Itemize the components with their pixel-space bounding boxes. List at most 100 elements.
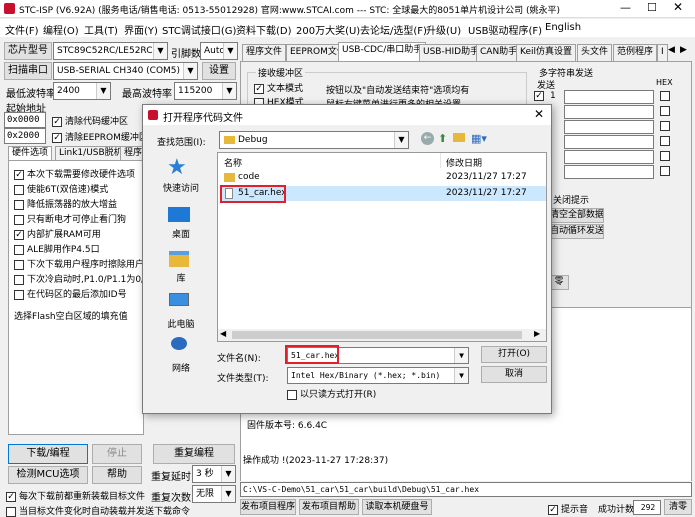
reprogram-button[interactable]: 重复编程 [153, 444, 235, 464]
stop-button[interactable]: 停止 [92, 444, 142, 464]
scroll-left-icon[interactable]: ◀ [220, 329, 226, 338]
menu-english[interactable]: English [545, 22, 581, 33]
col-name-header[interactable]: 名称 [224, 156, 242, 169]
filetype-select[interactable]: Intel Hex/Binary (*.hex; *.bin) ▼ [287, 367, 469, 384]
send-row-checkbox[interactable]: ✓ [534, 91, 544, 101]
menu-program[interactable]: 编程(O) [43, 22, 79, 37]
repeat-delay-select[interactable]: 3 秒 ▼ [192, 465, 236, 483]
option-row[interactable]: ✓ 内部扩展RAM可用 [14, 227, 101, 240]
menu-download[interactable]: 资料下载(D) [236, 22, 292, 37]
lookin-select[interactable]: Debug ▼ [219, 131, 409, 149]
menu-prize[interactable]: 200万大奖(U) [296, 22, 360, 37]
back-icon[interactable]: ← [421, 132, 434, 145]
place-this-pc[interactable]: 此电脑 [151, 317, 211, 330]
scroll-right-icon[interactable]: ▶ [534, 329, 540, 338]
place-library[interactable]: 库 [151, 271, 211, 284]
up-folder-icon[interactable]: ⬆ [438, 132, 447, 145]
tab-can[interactable]: CAN助手 [476, 44, 522, 61]
settings-button[interactable]: 设置 [202, 62, 236, 80]
scroll-thumb[interactable] [232, 331, 522, 339]
place-desktop[interactable]: 桌面 [151, 227, 211, 240]
place-network[interactable]: 网络 [151, 361, 211, 374]
send-row-input[interactable] [564, 120, 654, 134]
pin-select[interactable]: Auto ▼ [200, 42, 238, 60]
option-row[interactable]: 降低振荡器的放大增益 [14, 197, 117, 210]
publish-help-button[interactable]: 发布项目帮助 [299, 499, 359, 515]
checkbox[interactable]: ✓ [14, 229, 24, 240]
port-select[interactable]: USB-SERIAL CH340 (COM5) ▼ [53, 62, 198, 80]
readonly-checkbox[interactable] [287, 389, 297, 400]
min-baud-select[interactable]: 2400 ▼ [53, 82, 111, 100]
help-button[interactable]: 帮助 [92, 466, 142, 484]
zero-button[interactable]: 零 [549, 275, 569, 290]
close-button[interactable]: ✕ [673, 0, 683, 14]
minimize-button[interactable]: — [620, 1, 631, 14]
this-pc-icon[interactable] [169, 293, 189, 306]
tab-program-file[interactable]: 程序文件 [242, 44, 287, 61]
checkbox[interactable] [14, 289, 24, 300]
tab-more[interactable]: I [657, 44, 668, 61]
tab-examples[interactable]: 范例程序 [613, 44, 658, 61]
library-icon[interactable] [169, 251, 189, 267]
tab-hardware-options[interactable]: 硬件选项 [8, 146, 53, 161]
download-button[interactable]: 下载/编程 [8, 444, 88, 464]
menu-usb-driver[interactable]: USB驱动程序(F) [468, 22, 542, 37]
place-quick-access[interactable]: 快速访问 [151, 181, 211, 194]
option-row[interactable]: ALE脚用作P4.5口 [14, 242, 100, 255]
menu-file[interactable]: 文件(F) [5, 22, 39, 37]
horizontal-scrollbar[interactable]: ◀ ▶ [218, 329, 546, 341]
auto-loop-button[interactable]: 自动循环发送 [549, 224, 604, 239]
checkbox[interactable] [14, 274, 24, 285]
send-row-hex-checkbox[interactable] [660, 136, 670, 146]
send-row-hex-checkbox[interactable] [660, 91, 670, 101]
auto-load-checkbox[interactable] [6, 506, 16, 517]
send-row-hex-checkbox[interactable] [660, 151, 670, 161]
hint-sound-checkbox[interactable]: ✓ [548, 504, 558, 515]
checkbox[interactable] [14, 244, 24, 255]
clear-count-button[interactable]: 清零 [664, 499, 692, 515]
clear-eeprom-checkbox[interactable]: ✓ [52, 132, 62, 143]
send-row-input[interactable] [564, 90, 654, 104]
checkbox[interactable] [14, 199, 24, 210]
send-row-input[interactable] [564, 165, 654, 179]
col-date-header[interactable]: 修改日期 [446, 156, 482, 169]
tab-scroll-right-icon[interactable]: ▶ [680, 45, 687, 55]
menu-debug[interactable]: STC调试接口(G) [162, 22, 236, 37]
checkbox[interactable]: ✓ [14, 169, 24, 180]
tab-usb-hid[interactable]: USB-HID助手 [419, 44, 484, 61]
checkbox[interactable] [14, 214, 24, 225]
new-folder-icon[interactable] [453, 133, 465, 142]
option-row[interactable]: ✓ 本次下载需要修改硬件选项 [14, 167, 135, 180]
checkbox[interactable] [14, 259, 24, 270]
clear-all-button[interactable]: 清空全部数据 [549, 208, 604, 223]
desktop-icon[interactable] [168, 207, 190, 222]
option-row[interactable]: 下次下载用户程序时擦除用户 [14, 257, 143, 270]
read-disk-button[interactable]: 读取本机硬盘号 [362, 499, 432, 515]
text-mode-checkbox[interactable]: ✓ [254, 83, 264, 94]
menu-tools[interactable]: 工具(T) [84, 22, 118, 37]
tab-keil[interactable]: Keil仿真设置 [516, 44, 576, 61]
view-menu-icon[interactable]: ▦▾ [471, 132, 487, 145]
publish-project-button[interactable]: 发布项目程序 [240, 499, 296, 515]
menu-upgrade[interactable]: 升级(U) [426, 22, 461, 37]
open-button[interactable]: 打开(O) [481, 346, 547, 363]
checkbox[interactable] [14, 184, 24, 195]
option-row[interactable]: 使能6T(双倍速)模式 [14, 182, 108, 195]
send-row-hex-checkbox[interactable] [660, 106, 670, 116]
send-row-hex-checkbox[interactable] [660, 121, 670, 131]
menu-forum[interactable]: 去论坛/选型(F) [360, 22, 427, 37]
menu-view[interactable]: 界面(Y) [124, 22, 158, 37]
network-icon[interactable] [171, 337, 187, 350]
option-row[interactable]: 下次冷启动时,P1.0/P1.1为0/ [14, 272, 143, 285]
send-row-input[interactable] [564, 135, 654, 149]
tab-link1-usb[interactable]: Link1/USB脱机 [55, 146, 127, 161]
addr1-input[interactable]: 0x0000 [4, 112, 46, 128]
clear-code-checkbox[interactable]: ✓ [52, 116, 62, 127]
detect-mcu-button[interactable]: 检测MCU选项 [8, 466, 88, 484]
send-row-input[interactable] [564, 105, 654, 119]
quick-access-icon[interactable]: ★ [167, 155, 187, 180]
cancel-button[interactable]: 取消 [481, 366, 547, 383]
repeat-count-select[interactable]: 无限 ▼ [192, 485, 236, 503]
option-row[interactable]: 只有断电才可停止看门狗 [14, 212, 126, 225]
max-baud-select[interactable]: 115200 ▼ [174, 82, 237, 100]
